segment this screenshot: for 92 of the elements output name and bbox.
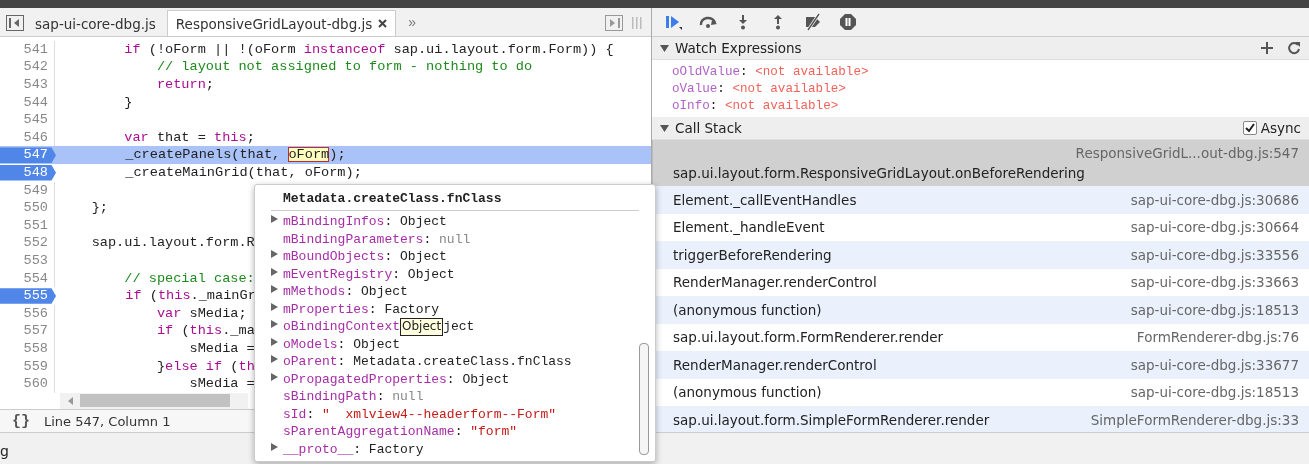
expand-arrow-icon[interactable]: [271, 354, 279, 364]
file-tab[interactable]: ResponsiveGridLayout-dbg.js: [166, 10, 397, 36]
line-number[interactable]: 542: [0, 58, 55, 76]
deactivate-breakpoints-icon[interactable]: [804, 13, 822, 31]
expand-arrow-icon[interactable]: [271, 249, 279, 259]
code-line: if (!oForm || !(oForm instanceof sap.ui.layout.form.Form)) {: [123, 40, 614, 59]
refresh-icon[interactable]: [1287, 41, 1301, 55]
file-tab[interactable]: sap-ui-core-dbg.js: [26, 10, 165, 36]
line-number[interactable]: 545: [0, 111, 55, 129]
resume-icon[interactable]: [664, 13, 682, 31]
expand-arrow-icon[interactable]: [271, 284, 279, 294]
breakpoint-marker[interactable]: 555: [0, 287, 56, 305]
line-number[interactable]: 549: [0, 181, 55, 200]
line-number[interactable]: 544: [0, 93, 55, 112]
code-line: // layout not assigned to form - nothing to do: [155, 58, 533, 76]
pause-icon[interactable]: [839, 13, 857, 31]
line-number[interactable]: 558: [0, 339, 55, 358]
horizontal-scrollbar[interactable]: [60, 392, 248, 409]
add-icon[interactable]: [1261, 42, 1273, 54]
call-frame[interactable]: sap.ui.layout.form.FormRenderer.render FormRenderer-dbg.js:76: [653, 323, 1309, 351]
line-number[interactable]: 557: [0, 322, 55, 340]
async-label: Async: [1260, 120, 1301, 136]
line-number[interactable]: 543: [0, 76, 55, 94]
watch-expression: oValue: <not available>: [672, 81, 847, 98]
cursor-position: Line 547, Column 1: [44, 413, 171, 429]
code-line: // special case:: [123, 269, 255, 288]
watch-expression: oOldValue: <not available>: [672, 64, 870, 81]
property-row[interactable]: oBindingContext Object ject: [271, 318, 639, 336]
code-line: if (this._mainGr: [124, 287, 256, 305]
popover-title: Metadata.createClass.fnClass: [271, 189, 639, 211]
collapse-arrow-icon[interactable]: [660, 123, 669, 133]
section-header[interactable]: Call Stack Async: [652, 117, 1309, 140]
property-row[interactable]: mEventRegistry: Object: [271, 265, 639, 283]
line-number[interactable]: 541: [0, 40, 55, 59]
expand-arrow-icon[interactable]: [271, 319, 279, 329]
code-line: sMedia =: [188, 375, 255, 393]
code-line: sMedia =: [188, 339, 255, 358]
line-number[interactable]: 551: [0, 216, 55, 235]
collapse-arrow-icon[interactable]: [660, 43, 669, 53]
property-row[interactable]: __proto__: Factory: [271, 440, 639, 458]
toggle-debugger-icon[interactable]: [605, 15, 623, 31]
property-row[interactable]: oPropagatedProperties: Object: [271, 370, 639, 388]
line-number[interactable]: 550: [0, 199, 55, 217]
property-row-text: mBindingParameters: null: [282, 230, 472, 248]
property-row[interactable]: mBoundObjects: Object: [271, 248, 639, 266]
code-line: };: [90, 199, 108, 217]
call-frame[interactable]: RenderManager.renderControl sap-ui-core-dbg.js:33677: [653, 351, 1309, 379]
expand-arrow-icon[interactable]: [271, 441, 279, 452]
close-icon[interactable]: [378, 19, 388, 28]
watch-expression: oInfo: <not available>: [672, 98, 840, 115]
line-number[interactable]: 556: [0, 304, 55, 323]
call-frame[interactable]: (anonymous function) sap-ui-core-dbg.js:18513: [653, 378, 1309, 406]
property-row[interactable]: oModels: Object: [271, 335, 639, 353]
code-line: return;: [155, 76, 214, 94]
property-row[interactable]: oParent: Metadata.createClass.fnClass: [271, 353, 639, 371]
call-frame[interactable]: RenderManager.renderControl sap-ui-core-dbg.js:33663: [653, 268, 1309, 296]
scrollbar-thumb[interactable]: [639, 343, 649, 455]
call-frame[interactable]: ResponsiveGridL...out-dbg.js:547 sap.ui.layout.form.ResponsiveGridLayout.onBeforeRendering: [653, 140, 1309, 186]
code-line: }: [123, 93, 133, 112]
call-frame[interactable]: (anonymous function) sap-ui-core-dbg.js:18513: [653, 296, 1309, 324]
property-row-text: sBindingPath: null: [282, 388, 425, 406]
line-number[interactable]: 554: [0, 269, 55, 288]
expand-arrow-icon[interactable]: [271, 301, 279, 312]
expand-arrow-icon[interactable]: [271, 336, 279, 347]
code-line: }else if (th: [155, 357, 255, 376]
code-line: var sMedia;: [155, 304, 247, 323]
property-row[interactable]: mMethods: Object: [271, 283, 639, 301]
breakpoint-marker[interactable]: 547: [0, 146, 56, 164]
line-number[interactable]: 560: [0, 375, 55, 393]
line-number[interactable]: 552: [0, 234, 55, 252]
property-row-text: sId: " xmlview4--headerform--Form": [282, 405, 558, 423]
property-row-text: sParentAggregationName: "form": [282, 423, 519, 441]
property-row[interactable]: mProperties: Factory: [271, 300, 639, 318]
call-frame[interactable]: triggerBeforeRendering sap-ui-core-dbg.js:33556: [653, 241, 1309, 269]
code-line: sap.ui.layout.form.R: [90, 234, 255, 252]
line-number[interactable]: 559: [0, 357, 55, 376]
async-checkbox[interactable]: [1242, 121, 1257, 135]
pretty-print-button[interactable]: {}: [12, 412, 30, 430]
property-row[interactable]: mBindingInfos: Object: [271, 213, 639, 231]
expand-arrow-icon[interactable]: [271, 266, 279, 277]
code-line: var that = this;: [123, 128, 255, 147]
line-number[interactable]: 553: [0, 251, 55, 270]
more-tabs-button[interactable]: »: [398, 14, 427, 36]
expand-arrow-icon[interactable]: [271, 371, 279, 382]
expand-arrow-icon[interactable]: [271, 214, 279, 224]
code-line: _createMainGrid(that, oForm);: [124, 164, 362, 182]
console-text: g: [0, 443, 9, 461]
section-header[interactable]: Watch Expressions: [652, 37, 1309, 60]
code-line: if (this._ma: [155, 322, 255, 340]
call-frame[interactable]: Element._callEventHandles sap-ui-core-dbg.js:30686: [653, 186, 1309, 214]
call-frame[interactable]: Element._handleEvent sap-ui-core-dbg.js:30664: [653, 213, 1309, 241]
call-frame[interactable]: sap.ui.layout.form.SimpleFormRenderer.render SimpleFormRenderer-dbg.js:33: [653, 406, 1309, 432]
